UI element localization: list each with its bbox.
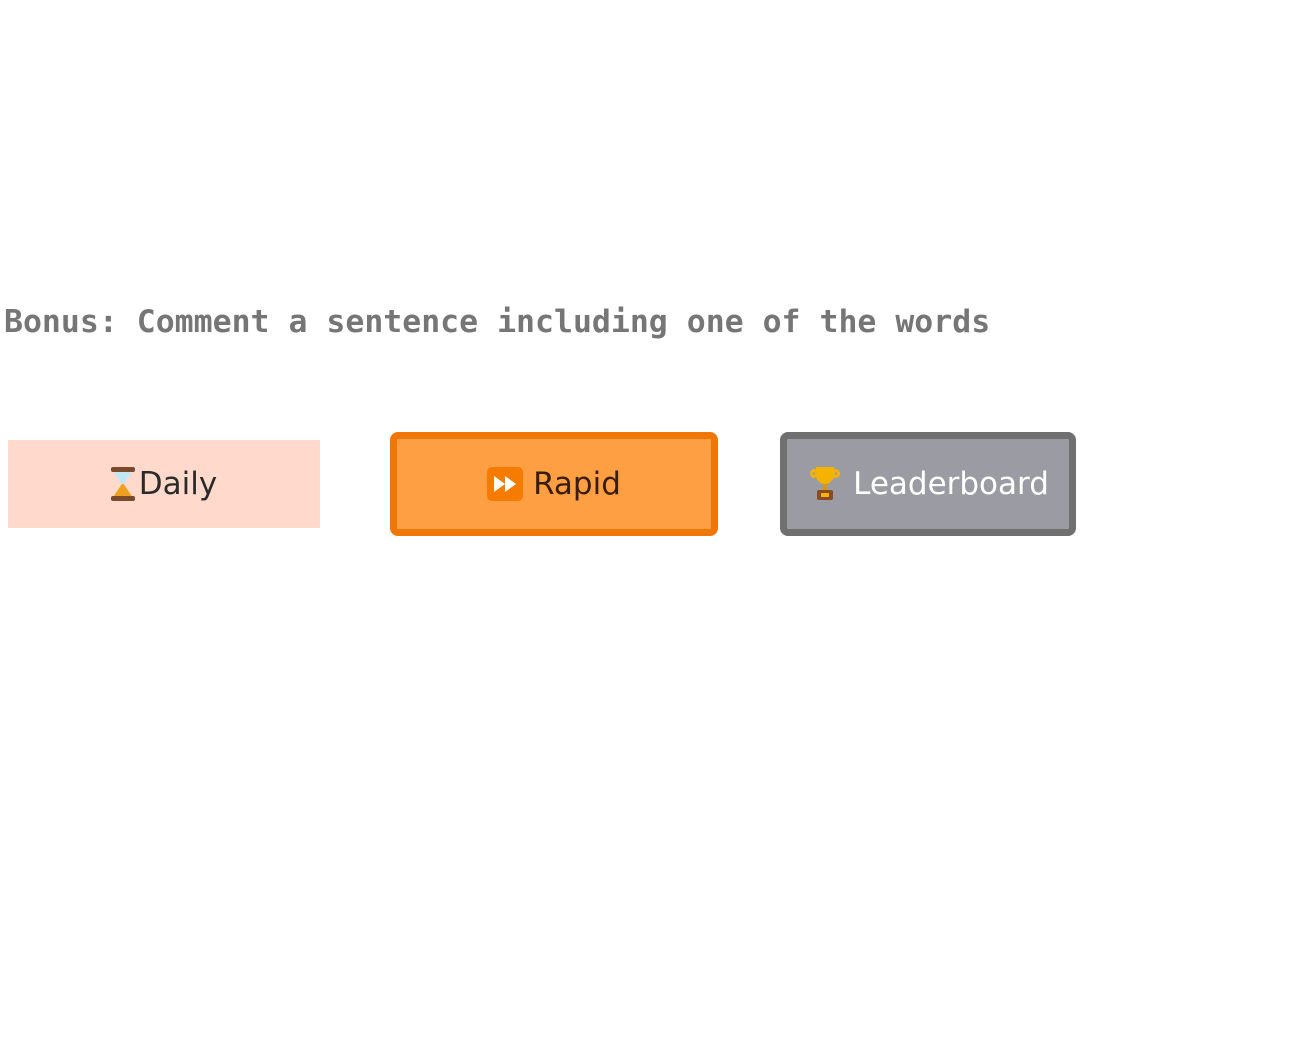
daily-mode-button[interactable]: Daily	[8, 440, 320, 528]
hourglass-icon	[110, 467, 135, 501]
fast-forward-icon	[487, 467, 524, 501]
leaderboard-label: Leaderboard	[853, 465, 1049, 502]
daily-mode-label: Daily	[138, 465, 218, 502]
trophy-icon	[807, 466, 843, 502]
rapid-mode-button[interactable]: Rapid	[390, 432, 718, 536]
rapid-mode-label: Rapid	[533, 465, 621, 502]
bonus-instruction-text: Bonus: Comment a sentence including one …	[4, 304, 991, 340]
leaderboard-button[interactable]: Leaderboard	[780, 432, 1076, 536]
